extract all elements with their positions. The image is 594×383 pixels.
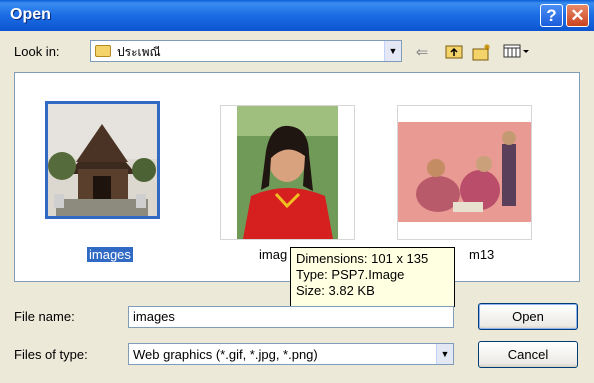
open-button[interactable]: Open xyxy=(478,303,578,330)
new-folder-icon[interactable] xyxy=(472,43,492,63)
portrait-image xyxy=(221,106,354,239)
tooltip-type: Type: PSP7.Image xyxy=(296,267,405,282)
look-in-label: Look in: xyxy=(14,44,60,59)
file-name-caption[interactable]: images xyxy=(86,246,134,263)
chevron-down-icon[interactable]: ▼ xyxy=(384,41,401,61)
tooltip-size: Size: 3.82 KB xyxy=(296,283,375,298)
cancel-button[interactable]: Cancel xyxy=(478,341,578,368)
back-icon[interactable]: ⇐ xyxy=(412,43,432,63)
up-folder-icon[interactable] xyxy=(444,43,464,63)
ceremony-image xyxy=(398,106,531,239)
views-menu-icon[interactable] xyxy=(502,43,532,63)
files-of-type-select[interactable]: Web graphics (*.gif, *.jpg, *.png) ▼ xyxy=(128,343,454,365)
open-button-label: Open xyxy=(512,309,544,324)
help-icon: ? xyxy=(546,6,557,25)
file-name-caption[interactable]: m13 xyxy=(469,247,494,262)
file-thumbnail[interactable] xyxy=(397,105,532,240)
temple-image xyxy=(48,104,157,216)
chevron-down-icon[interactable]: ▼ xyxy=(436,344,453,364)
cancel-button-label: Cancel xyxy=(507,347,549,362)
title-bar[interactable]: Open ? ✕ xyxy=(0,0,594,31)
file-name-label: File name: xyxy=(14,309,75,324)
open-dialog: Open ? ✕ Look in: ประเพณี ▼ ⇐ images ima… xyxy=(0,0,594,383)
tooltip-dimensions: Dimensions: 101 x 135 xyxy=(296,251,429,266)
files-of-type-value: Web graphics (*.gif, *.jpg, *.png) xyxy=(133,347,318,362)
folder-icon xyxy=(95,45,111,57)
look-in-combo[interactable]: ประเพณี ▼ xyxy=(90,40,402,62)
file-name-caption[interactable]: imag xyxy=(259,247,287,262)
look-in-value: ประเพณี xyxy=(117,45,161,59)
help-button[interactable]: ? xyxy=(540,4,563,27)
close-icon: ✕ xyxy=(570,6,585,25)
files-of-type-label: Files of type: xyxy=(14,347,88,362)
dialog-title: Open xyxy=(10,6,51,23)
file-info-tooltip: Dimensions: 101 x 135 Type: PSP7.Image S… xyxy=(290,247,455,307)
file-name-value: images xyxy=(133,309,175,324)
file-thumbnail[interactable] xyxy=(45,101,160,219)
file-thumbnail[interactable] xyxy=(220,105,355,240)
file-name-field[interactable]: images xyxy=(128,306,454,328)
close-button[interactable]: ✕ xyxy=(566,4,589,27)
